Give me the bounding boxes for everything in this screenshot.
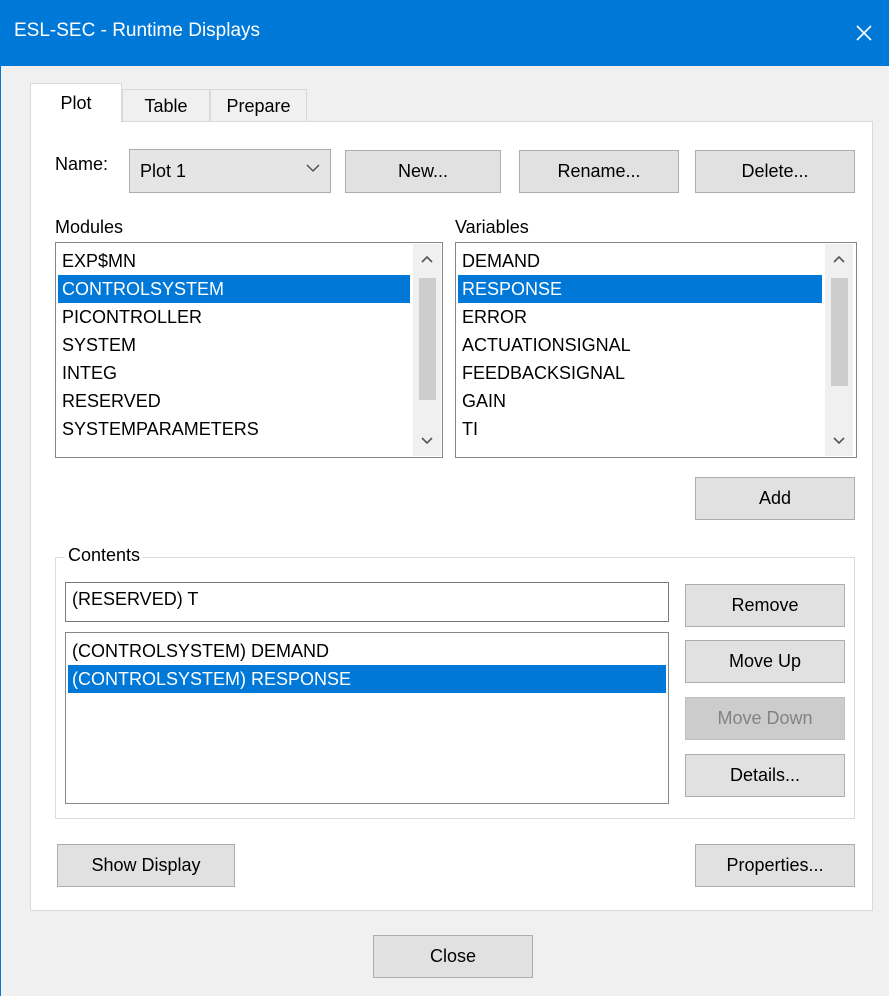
rename-button[interactable]: Rename... <box>519 150 679 193</box>
scroll-down-arrow-icon[interactable] <box>825 426 853 454</box>
variables-list[interactable]: DEMAND RESPONSE ERROR ACTUATIONSIGNAL FE… <box>455 242 857 458</box>
list-item[interactable]: PICONTROLLER <box>58 303 410 331</box>
move-down-button-label: Move Down <box>717 708 813 728</box>
tab-table[interactable]: Table <box>122 89 210 123</box>
close-button-label: Close <box>429 946 477 966</box>
move-down-button[interactable]: Move Down <box>685 697 845 740</box>
tab-plot[interactable]: Plot <box>30 83 122 123</box>
list-item[interactable]: EXP$MN <box>58 247 410 275</box>
list-item[interactable]: SYSTEMPARAMETERS <box>58 415 410 443</box>
x-variable-value: (RESERVED) T <box>72 589 199 609</box>
variables-label: Variables <box>455 217 529 237</box>
delete-button-label: Delete... <box>741 161 809 181</box>
variables-scrollbar[interactable] <box>825 244 853 456</box>
close-icon <box>856 25 872 41</box>
tab-table-label: Table <box>144 96 188 116</box>
remove-button-label: Remove <box>731 595 799 615</box>
name-label: Name: <box>55 154 109 174</box>
x-variable-field[interactable]: (RESERVED) T <box>65 582 669 622</box>
list-item[interactable]: ACTUATIONSIGNAL <box>458 331 822 359</box>
list-item[interactable]: (CONTROLSYSTEM) DEMAND <box>68 637 666 665</box>
contents-list[interactable]: (CONTROLSYSTEM) DEMAND (CONTROLSYSTEM) R… <box>65 632 669 804</box>
add-button-label: Add <box>758 488 792 508</box>
list-item[interactable]: RESPONSE <box>458 275 822 303</box>
rename-button-label: Rename... <box>557 161 641 181</box>
new-button-label: New... <box>397 161 449 181</box>
contents-group-label: Contents <box>65 545 144 566</box>
move-up-button-label: Move Up <box>728 651 802 671</box>
list-item[interactable]: GAIN <box>458 387 822 415</box>
list-item[interactable]: RESERVED <box>58 387 410 415</box>
list-item[interactable]: DEMAND <box>458 247 822 275</box>
window-border <box>0 66 1 996</box>
move-up-button[interactable]: Move Up <box>685 640 845 683</box>
list-item[interactable]: (CONTROLSYSTEM) RESPONSE <box>68 665 666 693</box>
show-display-button-label: Show Display <box>91 855 201 875</box>
plot-tab-panel: Name: Plot 1 New... Rename... Delete... … <box>30 121 873 911</box>
scroll-down-arrow-icon[interactable] <box>413 426 441 454</box>
close-button[interactable]: Close <box>373 935 533 978</box>
remove-button[interactable]: Remove <box>685 584 845 627</box>
properties-button-label: Properties... <box>726 855 824 875</box>
scroll-thumb[interactable] <box>419 278 436 400</box>
close-window-button[interactable] <box>839 0 889 66</box>
plot-name-dropdown[interactable]: Plot 1 <box>129 149 331 193</box>
details-button-label: Details... <box>729 765 801 785</box>
tab-prepare[interactable]: Prepare <box>210 89 307 123</box>
list-item[interactable]: TI <box>458 415 822 443</box>
chevron-down-icon <box>306 164 320 172</box>
list-item[interactable]: INTEG <box>58 359 410 387</box>
list-item[interactable]: SYSTEM <box>58 331 410 359</box>
new-button[interactable]: New... <box>345 150 501 193</box>
show-display-button[interactable]: Show Display <box>57 844 235 887</box>
scroll-up-arrow-icon[interactable] <box>825 246 853 274</box>
details-button[interactable]: Details... <box>685 754 845 797</box>
scroll-thumb[interactable] <box>831 278 848 386</box>
delete-button[interactable]: Delete... <box>695 150 855 193</box>
plot-name-value: Plot 1 <box>140 161 187 181</box>
scroll-up-arrow-icon[interactable] <box>413 246 441 274</box>
list-item[interactable]: CONTROLSYSTEM <box>58 275 410 303</box>
tab-prepare-label: Prepare <box>226 96 291 116</box>
list-item[interactable]: ERROR <box>458 303 822 331</box>
title-bar: ESL-SEC - Runtime Displays <box>0 0 889 66</box>
properties-button[interactable]: Properties... <box>695 844 855 887</box>
add-button[interactable]: Add <box>695 477 855 520</box>
list-item[interactable]: FEEDBACKSIGNAL <box>458 359 822 387</box>
modules-list[interactable]: EXP$MN CONTROLSYSTEM PICONTROLLER SYSTEM… <box>55 242 443 458</box>
modules-label: Modules <box>55 217 124 237</box>
tab-plot-label: Plot <box>60 93 92 113</box>
modules-scrollbar[interactable] <box>413 244 441 456</box>
window-title: ESL-SEC - Runtime Displays <box>14 20 261 41</box>
